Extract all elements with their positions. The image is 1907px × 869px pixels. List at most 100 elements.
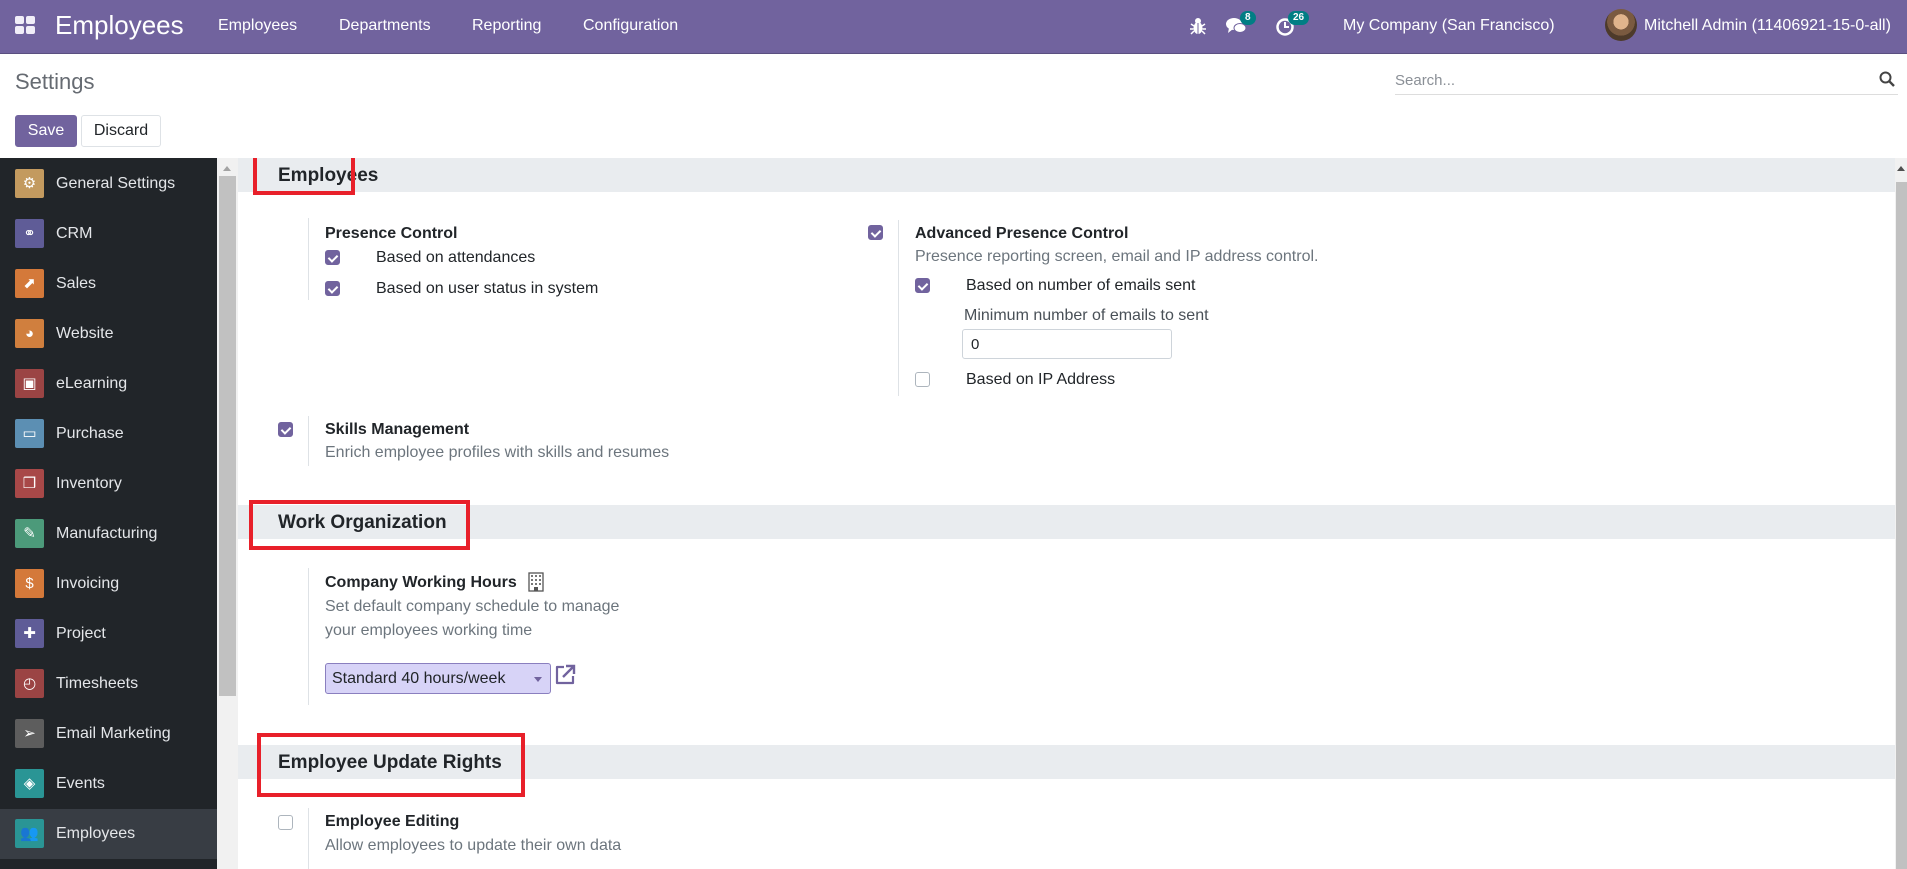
puzzle-icon: ✚	[15, 619, 44, 648]
scroll-up-arrow-icon[interactable]	[1897, 166, 1905, 171]
sidebar-item-project[interactable]: ✚ Project	[0, 609, 217, 659]
paper-plane-icon: ➢	[15, 719, 44, 748]
emails-sent-checkbox[interactable]	[915, 278, 930, 293]
working-hours-description: Set default company schedule to manage	[325, 598, 620, 615]
presentation-icon: ▣	[15, 369, 44, 398]
skills-management-title: Skills Management	[325, 421, 470, 438]
min-emails-label: Minimum number of emails to sent	[964, 307, 1209, 324]
section-title: Work Organization	[278, 512, 447, 533]
advanced-presence-checkbox[interactable]	[868, 225, 883, 240]
scroll-up-arrow-icon[interactable]	[223, 166, 231, 171]
sidebar-item-label: Events	[56, 775, 105, 792]
settings-content: Employees Presence Control Based on atte…	[238, 158, 1895, 869]
setting-divider	[898, 220, 899, 396]
wrench-icon: ✎	[15, 519, 44, 548]
sidebar-item-manufacturing[interactable]: ✎ Manufacturing	[0, 509, 217, 559]
menu-configuration[interactable]: Configuration	[583, 16, 678, 36]
sidebar-item-inventory[interactable]: ❒ Inventory	[0, 459, 217, 509]
app-brand[interactable]: Employees	[55, 10, 184, 40]
sidebar-item-label: Employees	[56, 825, 136, 842]
users-icon: 👥	[15, 819, 44, 848]
activity-clock-icon[interactable]: 26	[1276, 11, 1310, 39]
stopwatch-icon: ◴	[15, 669, 44, 698]
section-header-update-rights: Employee Update Rights	[238, 745, 1895, 779]
sidebar-item-timesheets[interactable]: ◴ Timesheets	[0, 659, 217, 709]
chat-icon[interactable]: 8	[1226, 11, 1256, 39]
setting-divider	[308, 218, 309, 300]
sidebar-item-website[interactable]: ◕ Website	[0, 309, 217, 359]
working-hours-title: Company Working Hours	[325, 574, 517, 591]
invoice-icon: $	[15, 569, 44, 598]
sidebar-item-label: Inventory	[56, 475, 122, 492]
sidebar-item-invoicing[interactable]: $ Invoicing	[0, 559, 217, 609]
user-status-label[interactable]: Based on user status in system	[376, 279, 598, 299]
sidebar-item-employees[interactable]: 👥 Employees	[0, 809, 217, 859]
sidebar-scrollbar[interactable]	[217, 158, 238, 869]
employee-editing-description: Allow employees to update their own data	[325, 837, 622, 854]
top-navbar: Employees Employees Departments Reportin…	[0, 0, 1907, 54]
bug-icon[interactable]	[1190, 17, 1206, 39]
user-menu[interactable]: Mitchell Admin (11406921-15-0-all)	[1644, 16, 1891, 36]
ticket-icon: ◈	[15, 769, 44, 798]
chart-line-icon: ⬈	[15, 269, 44, 298]
menu-employees[interactable]: Employees	[218, 16, 297, 36]
employee-editing-checkbox[interactable]	[278, 815, 293, 830]
min-emails-input[interactable]	[962, 329, 1172, 359]
sidebar-item-label: Timesheets	[56, 675, 139, 692]
menu-reporting[interactable]: Reporting	[472, 16, 541, 36]
sidebar-item-label: Manufacturing	[56, 525, 158, 542]
sidebar-item-label: Website	[56, 325, 114, 342]
sidebar-item-crm[interactable]: ⚭ CRM	[0, 209, 217, 259]
apps-grid-icon[interactable]	[15, 16, 35, 34]
credit-card-icon: ▭	[15, 419, 44, 448]
advanced-presence-description: Presence reporting screen, email and IP …	[915, 248, 1319, 265]
sidebar-item-sales[interactable]: ⬈ Sales	[0, 259, 217, 309]
sidebar-item-events[interactable]: ◈ Events	[0, 759, 217, 809]
company-switcher[interactable]: My Company (San Francisco)	[1343, 16, 1555, 36]
skills-management-checkbox[interactable]	[278, 422, 293, 437]
save-button[interactable]: Save	[15, 115, 77, 147]
search-icon[interactable]	[1879, 71, 1895, 87]
menu-departments[interactable]: Departments	[339, 16, 431, 36]
user-status-checkbox[interactable]	[325, 281, 340, 296]
section-title: Employee Update Rights	[278, 752, 502, 773]
ip-address-checkbox[interactable]	[915, 372, 930, 387]
sidebar-item-purchase[interactable]: ▭ Purchase	[0, 409, 217, 459]
sidebar-item-elearning[interactable]: ▣ eLearning	[0, 359, 217, 409]
working-hours-select[interactable]: Standard 40 hours/week	[325, 663, 551, 694]
sidebar-item-label: CRM	[56, 225, 93, 242]
section-header-employees: Employees	[238, 158, 1895, 192]
employee-editing-title: Employee Editing	[325, 813, 460, 830]
sidebar-item-email-marketing[interactable]: ➢ Email Marketing	[0, 709, 217, 759]
page-title: Settings	[15, 69, 95, 94]
external-link-icon[interactable]	[553, 663, 577, 687]
sidebar-item-label: Project	[56, 625, 106, 642]
section-title: Employees	[278, 165, 379, 186]
advanced-presence-title: Advanced Presence Control	[915, 225, 1129, 242]
user-avatar[interactable]	[1605, 9, 1637, 41]
sidebar-item-label: Purchase	[56, 425, 124, 442]
search-input[interactable]	[1395, 66, 1865, 94]
discard-button[interactable]: Discard	[81, 115, 161, 147]
chevron-down-icon	[534, 677, 542, 682]
settings-app-sidebar: ⚙ General Settings ⚭ CRM ⬈ Sales ◕ Website ▣ eLea…	[0, 158, 217, 869]
attendances-label[interactable]: Based on attendances	[376, 248, 535, 268]
ip-address-label[interactable]: Based on IP Address	[966, 370, 1115, 390]
working-hours-selected: Standard 40 hours/week	[332, 670, 506, 687]
sidebar-scroll-thumb[interactable]	[219, 176, 236, 696]
emails-sent-label[interactable]: Based on number of emails sent	[966, 276, 1195, 296]
company-building-icon	[528, 572, 544, 592]
attendances-checkbox[interactable]	[325, 250, 340, 265]
search-bar	[1395, 66, 1898, 95]
sidebar-item-label: Sales	[56, 275, 97, 292]
sidebar-item-label: General Settings	[56, 175, 176, 192]
working-hours-description-2: your employees working time	[325, 622, 533, 639]
sidebar-item-label: Invoicing	[56, 575, 120, 592]
activities-badge: 26	[1288, 11, 1310, 25]
sidebar-item-label: Email Marketing	[56, 725, 171, 742]
sidebar-item-general-settings[interactable]: ⚙ General Settings	[0, 159, 217, 209]
content-scrollbar[interactable]	[1895, 158, 1907, 869]
skills-management-description: Enrich employee profiles with skills and…	[325, 444, 670, 461]
section-header-work-organization: Work Organization	[238, 505, 1895, 539]
content-scroll-thumb[interactable]	[1896, 182, 1907, 869]
